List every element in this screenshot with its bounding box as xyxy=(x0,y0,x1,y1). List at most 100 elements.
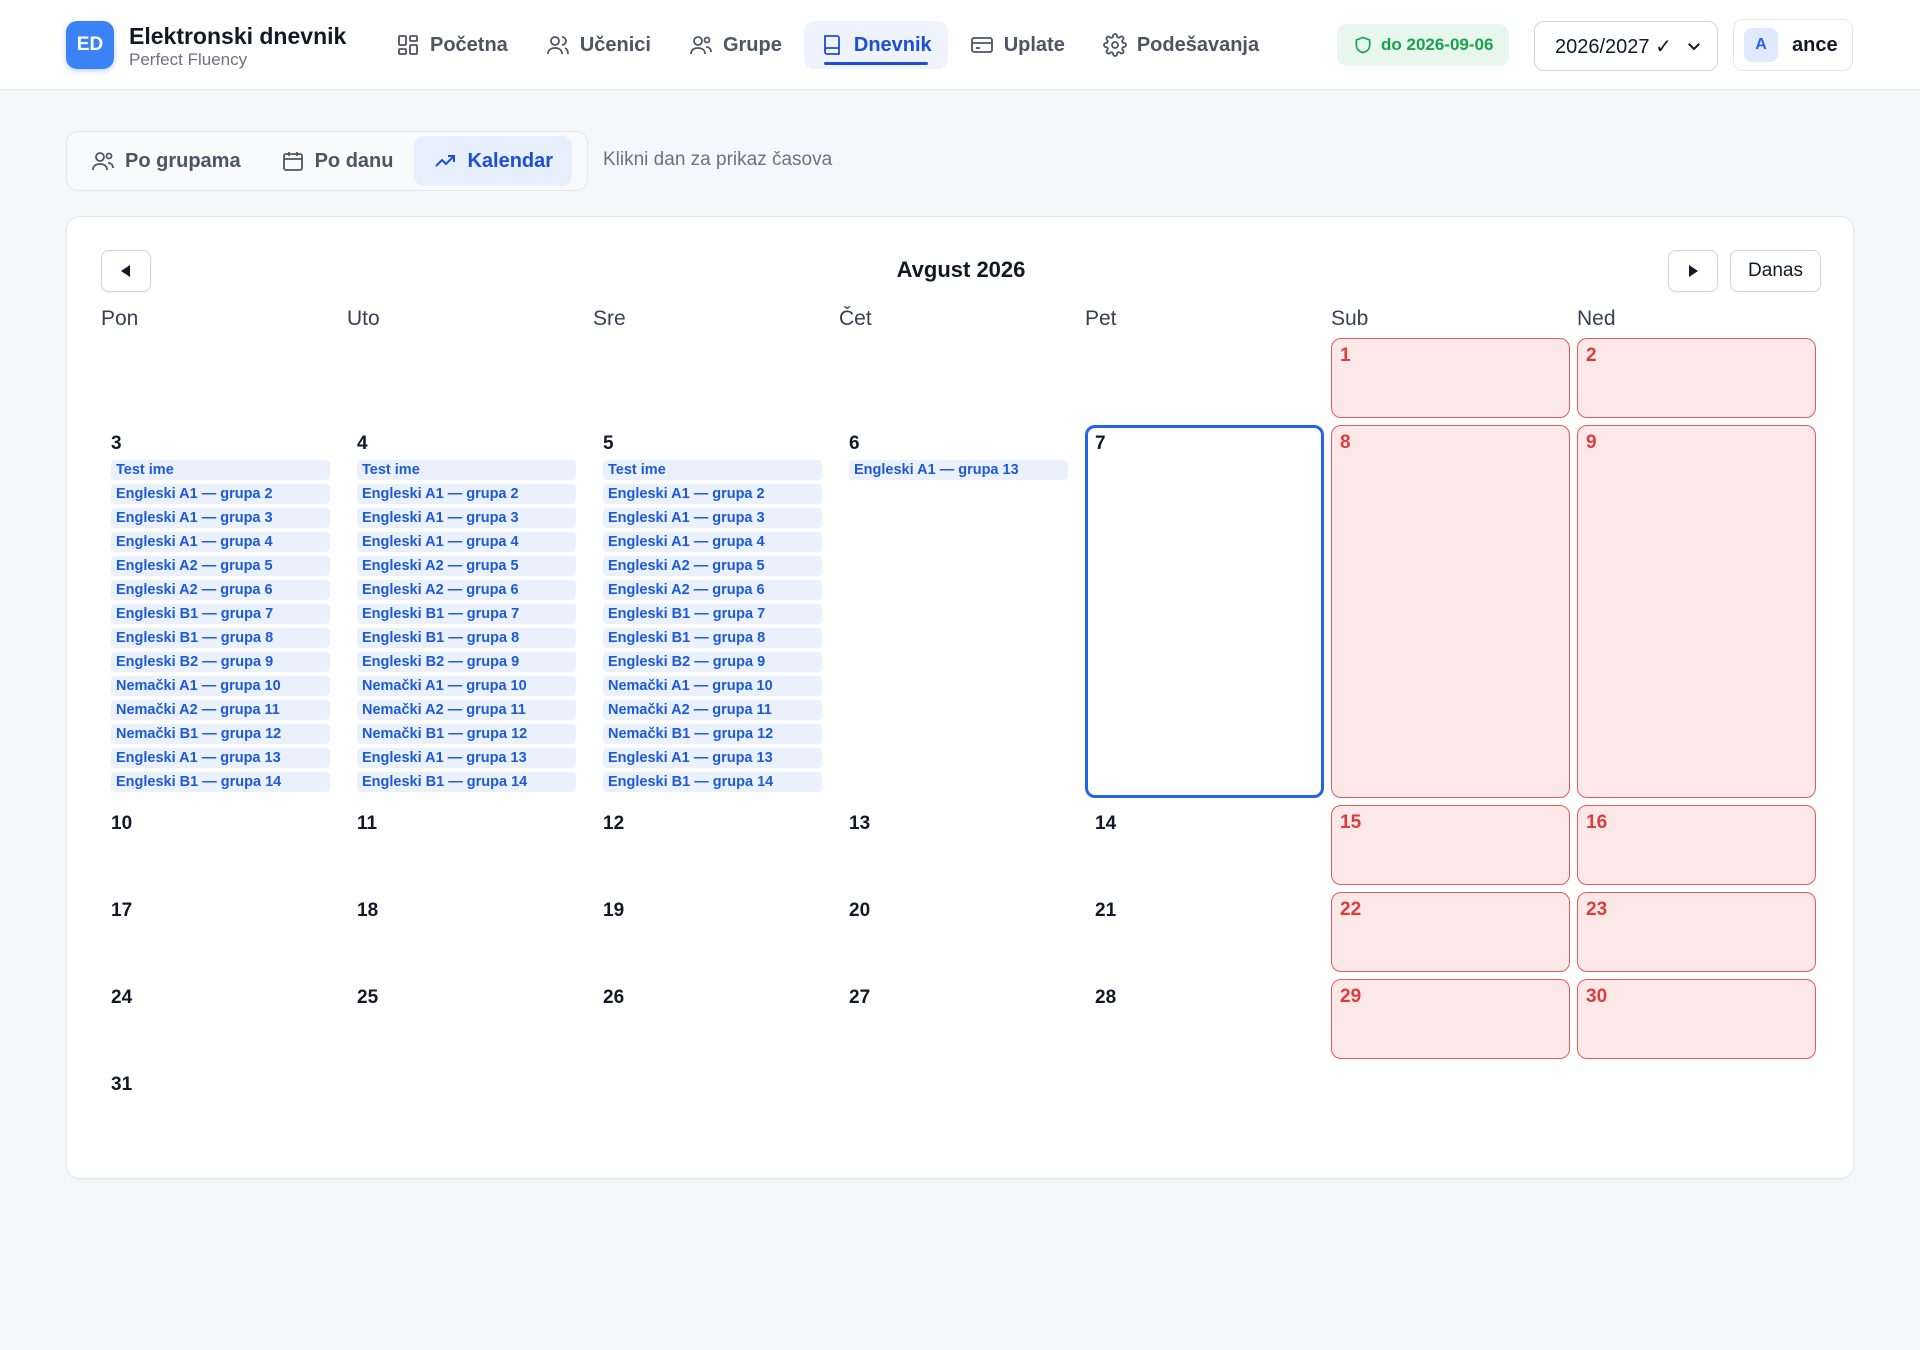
lesson-event[interactable]: Engleski A1 — grupa 2 xyxy=(111,484,330,504)
lesson-event[interactable]: Engleski B1 — grupa 14 xyxy=(357,772,576,792)
tab-kalendar[interactable]: Kalendar xyxy=(414,136,573,186)
day-number: 11 xyxy=(357,813,378,834)
calendar-day-14[interactable]: 14 xyxy=(1085,805,1324,885)
today-button[interactable]: Danas xyxy=(1730,250,1821,292)
calendar-grid: 1 2 3 Test ime Engleski A1 — grupa 2 Engleski… xyxy=(101,338,1821,1138)
calendar-day-12[interactable]: 12 xyxy=(593,805,832,885)
calendar-day-3[interactable]: 3 Test ime Engleski A1 — grupa 2 Engleski A… xyxy=(101,425,340,798)
lesson-event[interactable]: Nemački A1 — grupa 10 xyxy=(357,676,576,696)
lesson-event[interactable]: Engleski A2 — grupa 5 xyxy=(603,556,822,576)
lesson-event[interactable]: Engleski A1 — grupa 2 xyxy=(357,484,576,504)
calendar-day-13[interactable]: 13 xyxy=(839,805,1078,885)
calendar-day-24[interactable]: 24 xyxy=(101,979,340,1059)
calendar-icon xyxy=(282,152,303,171)
lesson-event[interactable]: Engleski B1 — grupa 8 xyxy=(603,628,822,648)
calendar-day-18[interactable]: 18 xyxy=(347,892,586,972)
lesson-event[interactable]: Nemački A2 — grupa 11 xyxy=(357,700,576,720)
calendar-day-31[interactable]: 31 xyxy=(101,1066,340,1146)
lesson-event[interactable]: Nemački B1 — grupa 12 xyxy=(357,724,576,744)
next-month-button[interactable] xyxy=(1668,250,1718,292)
calendar-day-17[interactable]: 17 xyxy=(101,892,340,972)
lesson-event[interactable]: Engleski B1 — grupa 7 xyxy=(111,604,330,624)
lesson-event[interactable]: Engleski B2 — grupa 9 xyxy=(111,652,330,672)
calendar-day-20[interactable]: 20 xyxy=(839,892,1078,972)
lesson-event[interactable]: Engleski A1 — grupa 3 xyxy=(111,508,330,528)
lesson-event[interactable]: Engleski B1 — grupa 8 xyxy=(111,628,330,648)
calendar-day-8[interactable]: 8 xyxy=(1331,425,1570,798)
lesson-event[interactable]: Engleski A2 — grupa 6 xyxy=(603,580,822,600)
lesson-event[interactable]: Engleski B2 — grupa 9 xyxy=(357,652,576,672)
lesson-event[interactable]: Nemački B1 — grupa 12 xyxy=(603,724,822,744)
users-icon xyxy=(546,36,569,55)
nav-item-pocetna[interactable]: Početna xyxy=(380,21,524,69)
lesson-event[interactable]: Test ime xyxy=(603,460,822,480)
calendar-day-26[interactable]: 26 xyxy=(593,979,832,1059)
lesson-event[interactable]: Nemački A1 — grupa 10 xyxy=(111,676,330,696)
calendar-day-16[interactable]: 16 xyxy=(1577,805,1816,885)
lesson-event[interactable]: Test ime xyxy=(111,460,330,480)
calendar-day-19[interactable]: 19 xyxy=(593,892,832,972)
calendar-day-28[interactable]: 28 xyxy=(1085,979,1324,1059)
day-number: 17 xyxy=(111,900,133,921)
weekday-label: Čet xyxy=(839,307,872,330)
lesson-event[interactable]: Nemački A2 — grupa 11 xyxy=(603,700,822,720)
lesson-event[interactable]: Engleski B2 — grupa 9 xyxy=(603,652,822,672)
lesson-event[interactable]: Nemački B1 — grupa 12 xyxy=(111,724,330,744)
lesson-event[interactable]: Engleski A2 — grupa 6 xyxy=(357,580,576,600)
calendar-day-9[interactable]: 9 xyxy=(1577,425,1816,798)
lesson-event[interactable]: Engleski A1 — grupa 4 xyxy=(603,532,822,552)
lesson-event[interactable]: Engleski A1 — grupa 4 xyxy=(111,532,330,552)
lesson-event[interactable]: Engleski B1 — grupa 14 xyxy=(111,772,330,792)
lesson-event[interactable]: Engleski A1 — grupa 13 xyxy=(111,748,330,768)
calendar-day-23[interactable]: 23 xyxy=(1577,892,1816,972)
calendar-day-30[interactable]: 30 xyxy=(1577,979,1816,1059)
nav-item-uplate[interactable]: Uplate xyxy=(954,21,1081,69)
lesson-event[interactable]: Engleski A2 — grupa 5 xyxy=(111,556,330,576)
lesson-event[interactable]: Nemački A1 — grupa 10 xyxy=(603,676,822,696)
calendar-day-6[interactable]: 6 Engleski A1 — grupa 13 xyxy=(839,425,1078,798)
school-year-select[interactable]: 2026/2027 ✓ xyxy=(1534,21,1718,71)
lesson-event[interactable]: Test ime xyxy=(357,460,576,480)
calendar-day-4[interactable]: 4 Test ime Engleski A1 — grupa 2 Engleski A… xyxy=(347,425,586,798)
lesson-event[interactable]: Engleski B1 — grupa 7 xyxy=(357,604,576,624)
lesson-event[interactable]: Engleski B1 — grupa 7 xyxy=(603,604,822,624)
calendar-day-22[interactable]: 22 xyxy=(1331,892,1570,972)
nav-item-dnevnik[interactable]: Dnevnik xyxy=(803,21,948,69)
day-number: 24 xyxy=(111,987,133,1008)
dashboard-icon xyxy=(398,35,418,55)
tab-po-grupama[interactable]: Po grupama xyxy=(72,136,260,186)
nav-item-grupe[interactable]: Grupe xyxy=(673,21,798,69)
lesson-event[interactable]: Engleski B1 — grupa 14 xyxy=(603,772,822,792)
lesson-event[interactable]: Engleski A2 — grupa 6 xyxy=(111,580,330,600)
calendar-day-11[interactable]: 11 xyxy=(347,805,586,885)
lesson-event[interactable]: Engleski A1 — grupa 13 xyxy=(357,748,576,768)
nav-item-ucenici[interactable]: Učenici xyxy=(530,21,667,69)
trend-icon xyxy=(435,155,456,167)
lesson-event[interactable]: Engleski A1 — grupa 13 xyxy=(849,460,1068,480)
calendar-day-21[interactable]: 21 xyxy=(1085,892,1324,972)
lesson-event[interactable]: Engleski A1 — grupa 3 xyxy=(603,508,822,528)
tab-po-danu[interactable]: Po danu xyxy=(262,136,413,186)
lesson-event[interactable]: Engleski A1 — grupa 4 xyxy=(357,532,576,552)
nav-label: Početna xyxy=(430,33,508,56)
user-menu[interactable]: A ance xyxy=(1733,19,1853,71)
lesson-event[interactable]: Engleski A1 — grupa 2 xyxy=(603,484,822,504)
calendar-day-15[interactable]: 15 xyxy=(1331,805,1570,885)
lesson-event[interactable]: Engleski A1 — grupa 3 xyxy=(357,508,576,528)
lesson-event[interactable]: Engleski B1 — grupa 8 xyxy=(357,628,576,648)
calendar-day-29[interactable]: 29 xyxy=(1331,979,1570,1059)
calendar-day-2[interactable]: 2 xyxy=(1577,338,1816,418)
lesson-event[interactable]: Engleski A1 — grupa 13 xyxy=(603,748,822,768)
lesson-event[interactable]: Nemački A2 — grupa 11 xyxy=(111,700,330,720)
calendar-day-10[interactable]: 10 xyxy=(101,805,340,885)
lesson-event[interactable]: Engleski A2 — grupa 5 xyxy=(357,556,576,576)
app-logo[interactable]: ED xyxy=(66,21,114,69)
calendar-day-25[interactable]: 25 xyxy=(347,979,586,1059)
nav-item-podesavanja[interactable]: Podešavanja xyxy=(1087,21,1275,69)
day-number: 21 xyxy=(1095,900,1117,921)
calendar-day-7[interactable]: 7 xyxy=(1085,425,1324,798)
calendar-day-1[interactable]: 1 xyxy=(1331,338,1570,418)
calendar-day-5[interactable]: 5 Test ime Engleski A1 — grupa 2 Engleski A… xyxy=(593,425,832,798)
calendar-day-27[interactable]: 27 xyxy=(839,979,1078,1059)
day-number: 20 xyxy=(849,900,871,921)
